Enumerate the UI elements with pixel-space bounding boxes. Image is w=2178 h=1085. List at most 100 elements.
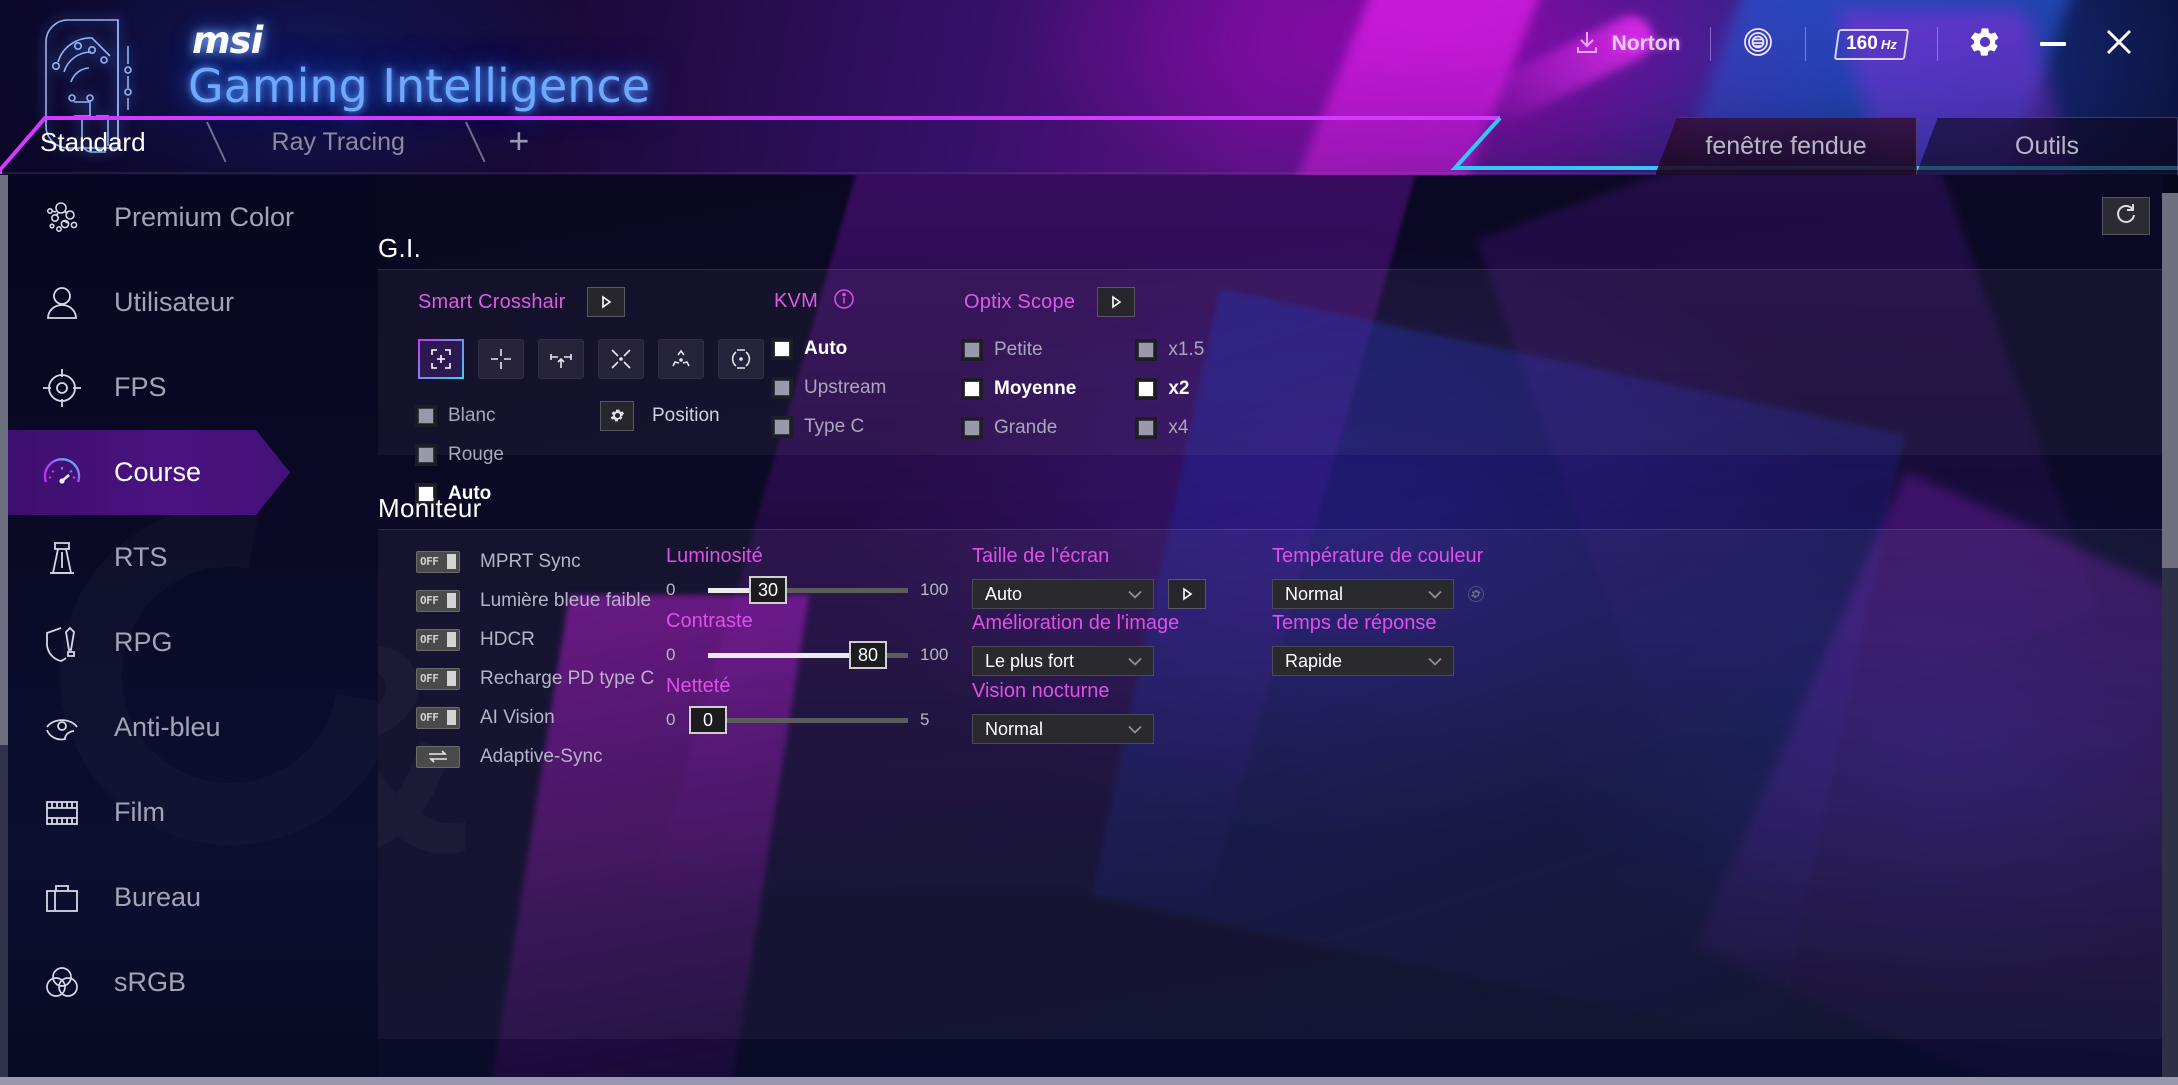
dropdown-label: Temps de réponse — [1272, 612, 1437, 634]
settings-button[interactable] — [1950, 16, 2020, 72]
toggle-switch[interactable]: OFF — [416, 706, 460, 729]
slider-track[interactable]: 30 — [708, 576, 908, 604]
slider-min: 0 — [666, 645, 676, 664]
toggle-lumiere-bleue-faible[interactable]: OFF Lumière bleue faible — [416, 586, 654, 615]
rgb-mystic-light-button[interactable] — [1723, 16, 1793, 72]
sidebar-item-rts[interactable]: RTS — [8, 515, 378, 600]
crosshair-triangle-icon[interactable] — [658, 339, 704, 379]
dropdown-select[interactable]: Normal — [972, 714, 1154, 744]
smart-crosshair-label: Smart Crosshair — [418, 290, 566, 313]
optix-size-petite[interactable]: Petite — [964, 335, 1076, 364]
minimize-button[interactable] — [2020, 16, 2086, 72]
color-temperature-gear-icon[interactable] — [1468, 586, 1484, 602]
dropdown-select[interactable]: Normal — [1272, 579, 1454, 609]
slider-thumb[interactable]: 80 — [849, 641, 887, 669]
slider-control[interactable]: 0 0 5 — [666, 706, 950, 734]
reset-icon — [2113, 201, 2139, 232]
radio-indicator — [774, 340, 790, 357]
sidebar-item-bureau[interactable]: Bureau — [8, 855, 378, 940]
content-scrollbar-track[interactable] — [2162, 568, 2178, 1085]
tab-ray-tracing[interactable]: Ray Tracing — [232, 110, 445, 175]
sidebar-item-course[interactable]: Course — [8, 430, 378, 515]
sidebar-item-premium-color[interactable]: Premium Color — [8, 175, 378, 260]
sidebar-scrollbar[interactable] — [0, 175, 8, 1085]
sidebar-item-utilisateur[interactable]: Utilisateur — [8, 260, 378, 345]
crosshair-position-row[interactable]: Position — [600, 400, 720, 431]
kvm-option-auto[interactable]: Auto — [774, 334, 886, 363]
toggle-switch[interactable]: OFF — [416, 589, 460, 612]
toggle-state: OFF — [420, 711, 439, 724]
crosshair-x-dot-icon[interactable] — [598, 339, 644, 379]
dropdown-row: Normal — [972, 714, 1154, 744]
add-tab-button[interactable]: + — [491, 110, 547, 175]
crosshair-color-rouge[interactable]: Rouge — [418, 440, 504, 469]
slider-contraste: Contraste 0 80 100 — [666, 610, 950, 669]
optix-scope-preview-button[interactable] — [1097, 287, 1136, 317]
reset-button[interactable] — [2102, 197, 2150, 235]
optix-size-moyenne[interactable]: Moyenne — [964, 374, 1076, 403]
optix-zoom-x2[interactable]: x2 — [1138, 374, 1204, 403]
optix-zoom-x15[interactable]: x1.5 — [1138, 335, 1204, 364]
toggle-switch[interactable]: OFF — [416, 628, 460, 651]
dropdown-row: Normal — [1272, 579, 1484, 609]
sidebar-item-fps[interactable]: FPS — [8, 345, 378, 430]
refresh-rate-button[interactable]: 160 Hz — [1818, 16, 1925, 72]
norton-button[interactable]: Norton — [1554, 16, 1699, 72]
sidebar-item-srgb[interactable]: sRGB — [8, 940, 378, 1025]
optix-size-grande[interactable]: Grande — [964, 413, 1076, 442]
sidebar-scrollbar-thumb[interactable] — [0, 175, 8, 745]
main-content: & G.I. Smart Crosshair — [378, 175, 2178, 1085]
toggle-state: OFF — [420, 633, 439, 646]
crosshair-parenthesis-icon[interactable] — [718, 339, 764, 379]
sidebar-scrollbar-track[interactable] — [0, 745, 8, 1085]
slider-thumb[interactable]: 30 — [749, 576, 787, 604]
toggle-knob — [447, 554, 456, 569]
slider-thumb[interactable]: 0 — [689, 706, 727, 734]
kvm-option-upstream[interactable]: Upstream — [774, 373, 886, 402]
gear-icon[interactable] — [600, 400, 634, 431]
crosshair-arrows-up-icon[interactable] — [538, 339, 584, 379]
dropdown-label: Température de couleur — [1272, 545, 1484, 567]
slider-track[interactable]: 80 — [708, 641, 908, 669]
content-scrollbar[interactable] — [2162, 175, 2178, 1085]
dropdown-select[interactable]: Le plus fort — [972, 646, 1154, 676]
sync-arrows-icon[interactable] — [416, 745, 460, 768]
radio-label: Type C — [804, 415, 865, 437]
dropdown-select[interactable]: Rapide — [1272, 646, 1454, 676]
tab-standard[interactable]: Standard — [0, 110, 186, 175]
crosshair-cross-dot-icon[interactable] — [478, 339, 524, 379]
slider-control[interactable]: 0 80 100 — [666, 641, 950, 669]
slider-label: Contraste — [666, 610, 753, 632]
tab-outils[interactable]: Outils — [1916, 117, 2178, 175]
toggle-switch[interactable]: OFF — [416, 550, 460, 573]
crosshair-color-blanc[interactable]: Blanc — [418, 401, 504, 430]
toggle-adaptive-sync[interactable]: Adaptive-Sync — [416, 742, 654, 771]
sidebar-item-label: sRGB — [114, 967, 187, 997]
content-scrollbar-thumb[interactable] — [2162, 193, 2178, 568]
tab-separator — [186, 110, 232, 175]
slider-label: Luminosité — [666, 545, 763, 567]
dropdown-select[interactable]: Auto — [972, 579, 1154, 609]
smart-crosshair-preview-button[interactable] — [587, 287, 626, 317]
toggle-switch[interactable]: OFF — [416, 667, 460, 690]
toggle-ai-vision[interactable]: OFF AI Vision — [416, 703, 654, 732]
radio-indicator — [774, 418, 790, 435]
tab-fenetre-fendue[interactable]: fenêtre fendue — [1655, 117, 1917, 175]
info-icon[interactable] — [832, 287, 856, 316]
toggle-recharge-pd-type-c[interactable]: OFF Recharge PD type C — [416, 664, 654, 693]
toggle-mprt-sync[interactable]: OFF MPRT Sync — [416, 547, 654, 576]
crosshair-bracket-plus-icon[interactable] — [418, 339, 464, 379]
close-button[interactable] — [2086, 16, 2152, 72]
radio-indicator — [964, 341, 980, 358]
optix-zoom-x4[interactable]: x4 — [1138, 413, 1204, 442]
sidebar-item-rpg[interactable]: RPG — [8, 600, 378, 685]
sidebar-item-film[interactable]: Film — [8, 770, 378, 855]
slider-control[interactable]: 0 30 100 — [666, 576, 950, 604]
slider-track[interactable]: 0 — [689, 706, 908, 734]
kvm-option-type-c[interactable]: Type C — [774, 412, 886, 441]
sidebar-item-anti-bleu[interactable]: Anti-bleu — [8, 685, 378, 770]
dropdown-row: Rapide — [1272, 646, 1454, 676]
screen-size-preview-button[interactable] — [1168, 579, 1206, 609]
toggle-hdcr[interactable]: OFF HDCR — [416, 625, 654, 654]
eye-care-icon — [36, 702, 88, 754]
